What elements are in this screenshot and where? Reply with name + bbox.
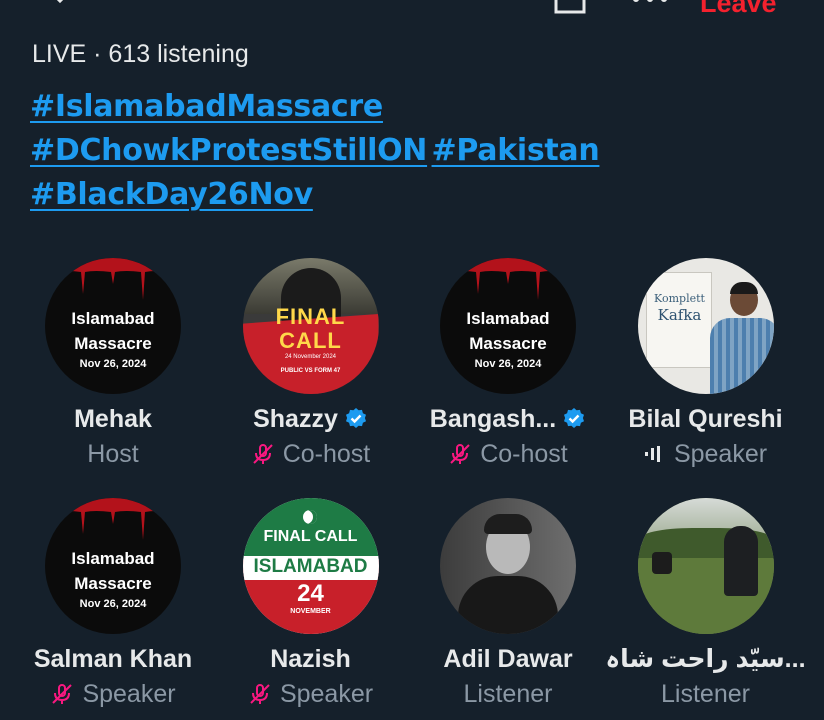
avatar-text: Massacre [74, 574, 152, 593]
avatar-figure [723, 526, 758, 596]
avatar-animal [651, 552, 672, 574]
mic-off-icon [450, 444, 470, 464]
avatar[interactable]: Islamabad Massacre Nov 26, 2024 [45, 498, 181, 634]
avatar-text: Massacre [469, 334, 547, 353]
participant-card[interactable]: سیّد راحت شاہ... Listener [605, 498, 806, 710]
avatar[interactable]: Islamabad Massacre Nov 26, 2024 [440, 258, 576, 394]
participant-name-row: Bangash... [410, 402, 606, 436]
avatar-figure [709, 318, 774, 394]
blood-drip-graphic [45, 258, 181, 300]
hashtag-line: #BlackDay26Nov [30, 177, 790, 221]
verified-badge-icon [345, 408, 366, 428]
share-icon[interactable] [553, 0, 587, 16]
mic-off-icon [52, 684, 73, 704]
participant-role-row: Listener [410, 678, 606, 710]
participant-name: سیّد راحت شاہ... [605, 645, 806, 673]
participant-card[interactable]: Islamabad Massacre Nov 26, 2024 Mehak Host [15, 258, 211, 470]
participant-role-row: Listener [608, 678, 804, 710]
participant-name-row: Bilal Qureshi [608, 402, 804, 436]
participant-role-row: Co-host [410, 438, 606, 470]
avatar-text: FINAL CALL [263, 528, 358, 545]
participant-name-row: Adil Dawar [410, 642, 606, 676]
participant-name: Bilal Qureshi [628, 404, 783, 433]
audio-bars-icon [644, 446, 660, 462]
avatar-text: FINAL [275, 304, 346, 329]
blood-drip-graphic [440, 258, 576, 300]
participant-card[interactable]: FINAL CALL 24 November 2024 PUBLIC VS FORM … [213, 258, 409, 470]
avatar[interactable] [637, 498, 774, 634]
hashtag-link[interactable]: #BlackDay26Nov [30, 177, 313, 212]
participant-role: Speaker [673, 439, 768, 468]
participant-role: Co-host [282, 439, 371, 468]
chevron-down-icon[interactable] [48, 0, 72, 10]
participant-role: Host [87, 439, 139, 468]
participant-name-row: Shazzy [213, 402, 409, 436]
hashtag-link[interactable]: #IslamabadMassacre [30, 89, 383, 124]
mic-off-icon [253, 444, 273, 464]
avatar-text: Massacre [74, 334, 152, 353]
hashtag-line: #DChowkProtestStillON #Pakistan [30, 133, 790, 177]
avatar-text: Islamabad [71, 309, 155, 328]
blood-drip-graphic [45, 498, 181, 540]
participant-card[interactable]: FINAL CALL ISLAMABAD 24 NOVEMBER Nazish Speak… [213, 498, 409, 710]
participant-role-row: Speaker [15, 678, 211, 710]
live-listener-count: LIVE · 613 listening [32, 40, 249, 68]
participant-name: Bangash... [429, 404, 557, 433]
hashtag-line: #IslamabadMassacre [30, 89, 790, 133]
participant-role-row: Co-host [213, 438, 409, 470]
avatar-text: PUBLIC VS FORM 47 [280, 368, 341, 374]
leave-button[interactable]: Leave [700, 0, 777, 19]
participant-role: Listener [463, 679, 553, 708]
avatar-text: CALL [279, 328, 342, 353]
space-title-hashtags: #IslamabadMassacre #DChowkProtestStillON … [30, 89, 790, 221]
participant-role: Co-host [480, 439, 568, 468]
participant-card[interactable]: Islamabad Massacre Nov 26, 2024 Bangash... C… [410, 258, 606, 470]
avatar-text: Islamabad [466, 309, 550, 328]
avatar-text: Komplett [654, 292, 705, 305]
hashtag-link[interactable]: #DChowkProtestStillON [30, 133, 427, 168]
participant-name: Nazish [270, 644, 351, 673]
avatar-text: Nov 26, 2024 [474, 358, 542, 370]
avatar-figure-hair [484, 514, 532, 534]
participant-name-row: Salman Khan [15, 642, 211, 676]
participant-role-row: Host [15, 438, 211, 470]
avatar-text: 24 November 2024 [284, 354, 337, 360]
avatar-text: NOVEMBER [290, 608, 331, 615]
crescent-icon [302, 510, 317, 524]
hashtag-link[interactable]: #Pakistan [432, 133, 600, 168]
avatar-figure-hair [729, 282, 758, 294]
participant-name-row: Mehak [15, 402, 211, 436]
participant-role: Speaker [82, 679, 176, 708]
participant-name: Mehak [74, 404, 152, 433]
participant-name: Salman Khan [33, 644, 193, 673]
participant-role: Speaker [279, 679, 374, 708]
participant-role-row: Speaker [608, 438, 804, 470]
participant-name-row: سیّد راحت شاہ... [605, 642, 806, 676]
avatar[interactable]: FINAL CALL 24 November 2024 PUBLIC VS FORM … [242, 258, 379, 394]
participant-card[interactable]: Islamabad Massacre Nov 26, 2024 Salman Khan… [15, 498, 211, 710]
avatar-figure [458, 576, 558, 634]
more-icon[interactable] [630, 0, 670, 4]
avatar-text: Nov 26, 2024 [79, 358, 147, 370]
participant-role: Listener [661, 679, 750, 708]
participant-card[interactable]: Komplett Kafka Bilal Qureshi Speaker [608, 258, 804, 470]
participant-name: Shazzy [253, 404, 338, 433]
space-top-bar: Leave [0, 0, 824, 20]
avatar[interactable]: Islamabad Massacre Nov 26, 2024 [45, 258, 181, 394]
mic-off-icon [250, 684, 270, 704]
avatar-text: ISLAMABAD [253, 556, 368, 577]
avatar[interactable]: Komplett Kafka [637, 258, 774, 394]
avatar[interactable] [440, 498, 576, 634]
avatar[interactable]: FINAL CALL ISLAMABAD 24 NOVEMBER [242, 498, 379, 634]
participant-role-row: Speaker [213, 678, 409, 710]
participant-card[interactable]: Adil Dawar Listener [410, 498, 606, 710]
avatar-text: Nov 26, 2024 [79, 598, 147, 610]
avatar-text: Islamabad [71, 549, 155, 568]
participant-name-row: Nazish [213, 642, 409, 676]
verified-badge-icon [564, 408, 585, 428]
avatar-text: Kafka [657, 306, 702, 324]
avatar-text: 24 [297, 580, 324, 607]
participant-name: Adil Dawar [443, 644, 573, 673]
